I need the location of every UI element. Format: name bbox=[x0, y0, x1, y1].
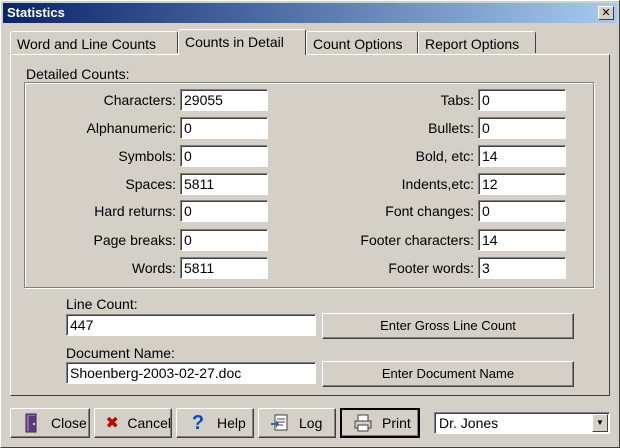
spaces-field[interactable]: 5811 bbox=[180, 173, 268, 195]
tabs-field[interactable]: 0 bbox=[478, 89, 566, 111]
line-count-field[interactable]: 447 bbox=[66, 314, 316, 336]
font-changes-field[interactable]: 0 bbox=[478, 200, 566, 222]
bullets-field[interactable]: 0 bbox=[478, 117, 566, 139]
window-title: Statistics bbox=[7, 5, 65, 20]
question-mark-icon: ? bbox=[191, 411, 205, 434]
chevron-down-icon[interactable]: ▼ bbox=[592, 414, 608, 432]
symbols-label: Symbols: bbox=[118, 148, 176, 164]
door-icon bbox=[21, 413, 43, 433]
user-select-value: Dr. Jones bbox=[439, 415, 499, 431]
alphanumeric-field[interactable]: 0 bbox=[180, 117, 268, 139]
close-window-button[interactable]: ✕ bbox=[598, 6, 614, 20]
x-mark-icon: ✖ bbox=[105, 415, 119, 432]
bold-etc-label: Bold, etc: bbox=[415, 148, 474, 164]
log-icon bbox=[269, 413, 291, 433]
print-label: Print bbox=[382, 415, 411, 431]
close-button[interactable]: Close bbox=[10, 408, 90, 438]
footer-characters-field[interactable]: 14 bbox=[478, 229, 566, 251]
page-breaks-field[interactable]: 0 bbox=[180, 229, 268, 251]
characters-field[interactable]: 29055 bbox=[180, 89, 268, 111]
alphanumeric-label: Alphanumeric: bbox=[86, 120, 177, 136]
tab-count-options[interactable]: Count Options bbox=[306, 31, 418, 53]
footer-characters-label: Footer characters: bbox=[360, 232, 474, 248]
tab-word-and-line-counts[interactable]: Word and Line Counts bbox=[10, 31, 178, 53]
printer-icon bbox=[352, 413, 374, 433]
user-select[interactable]: Dr. Jones ▼ bbox=[434, 412, 610, 434]
document-name-field[interactable]: Shoenberg-2003-02-27.doc bbox=[66, 362, 316, 384]
hard-returns-field[interactable]: 0 bbox=[180, 200, 268, 222]
words-field[interactable]: 5811 bbox=[180, 257, 268, 279]
footer-words-label: Footer words: bbox=[388, 260, 474, 276]
words-label: Words: bbox=[131, 260, 176, 276]
log-button[interactable]: Log bbox=[258, 408, 336, 438]
help-label: Help bbox=[217, 415, 246, 431]
font-changes-label: Font changes: bbox=[385, 203, 474, 219]
log-label: Log bbox=[299, 415, 323, 431]
tab-label: Report Options bbox=[425, 36, 520, 52]
characters-label: Characters: bbox=[103, 92, 176, 108]
help-button[interactable]: ? Help bbox=[176, 408, 254, 438]
hard-returns-label: Hard returns: bbox=[94, 203, 176, 219]
detailed-counts-label: Detailed Counts: bbox=[26, 66, 130, 82]
cancel-label: Cancel bbox=[127, 415, 171, 431]
tab-report-options[interactable]: Report Options bbox=[418, 31, 536, 53]
page-breaks-label: Page breaks: bbox=[93, 232, 177, 248]
bold-etc-field[interactable]: 14 bbox=[478, 145, 566, 167]
indents-etc-field[interactable]: 12 bbox=[478, 173, 566, 195]
tab-counts-in-detail[interactable]: Counts in Detail bbox=[178, 29, 306, 55]
document-name-label: Document Name: bbox=[66, 345, 175, 361]
cancel-button[interactable]: ✖ Cancel bbox=[94, 408, 172, 438]
bullets-label: Bullets: bbox=[428, 120, 474, 136]
tab-label: Word and Line Counts bbox=[17, 36, 157, 52]
symbols-field[interactable]: 0 bbox=[180, 145, 268, 167]
close-label: Close bbox=[51, 415, 87, 431]
tab-label: Counts in Detail bbox=[185, 34, 284, 50]
footer-words-field[interactable]: 3 bbox=[478, 257, 566, 279]
indents-etc-label: Indents,etc: bbox=[401, 176, 474, 192]
enter-gross-line-count-button[interactable]: Enter Gross Line Count bbox=[322, 313, 574, 339]
line-count-label: Line Count: bbox=[66, 296, 138, 312]
tab-label: Count Options bbox=[313, 36, 403, 52]
title-bar[interactable]: Statistics ✕ bbox=[3, 3, 617, 23]
print-button[interactable]: Print bbox=[340, 408, 420, 438]
spaces-label: Spaces: bbox=[125, 176, 176, 192]
tabs-label: Tabs: bbox=[440, 92, 474, 108]
enter-document-name-button[interactable]: Enter Document Name bbox=[322, 361, 574, 387]
